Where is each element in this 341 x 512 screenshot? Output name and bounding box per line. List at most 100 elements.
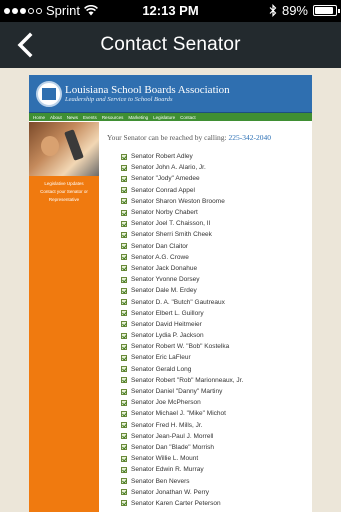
senator-name: Senator Ben Nevers: [131, 477, 190, 485]
checkbox-icon: [121, 198, 127, 205]
senator-list-item[interactable]: Senator A.G. Crowe: [107, 252, 307, 263]
org-tagline: Leadership and Service to School Boards: [65, 96, 173, 103]
senator-list-item[interactable]: Senator Robert W. "Bob" Kostelka: [107, 341, 307, 352]
senator-list-item[interactable]: Senator D. A. "Butch" Gautreaux: [107, 296, 307, 307]
senator-list-item[interactable]: Senator Dan Claitor: [107, 241, 307, 252]
checkbox-icon: [121, 332, 127, 339]
checkbox-icon: [121, 377, 127, 384]
checkbox-icon: [121, 388, 127, 395]
senator-name: Senator Joe McPherson: [131, 399, 201, 407]
senator-list-item[interactable]: Senator Karen Carter Peterson: [107, 498, 307, 509]
senator-name: Senator A.G. Crowe: [131, 253, 189, 261]
checkbox-icon: [121, 500, 127, 507]
webview-content: Louisiana School Boards Association Lead…: [29, 75, 312, 512]
checkbox-icon: [121, 410, 127, 417]
senator-name: Senator D. A. "Butch" Gautreaux: [131, 298, 225, 306]
checkbox-icon: [121, 220, 127, 227]
battery-percent: 89%: [281, 3, 308, 18]
menu-item-about[interactable]: About: [50, 115, 62, 120]
checkbox-icon: [121, 466, 127, 473]
checkbox-icon: [121, 287, 127, 294]
call-text: Your Senator can be reached by calling:: [107, 133, 227, 142]
senator-list-item[interactable]: Senator "Jody" Amedee: [107, 173, 307, 184]
senator-list: Senator Robert Adley Senator John A. Alar…: [107, 151, 307, 509]
menu-item-marketing[interactable]: Marketing: [128, 115, 148, 120]
senator-list-item[interactable]: Senator Willie L. Mount: [107, 453, 307, 464]
senator-name: Senator Elbert L. Guillory: [131, 309, 204, 317]
senator-list-item[interactable]: Senator Dale M. Erdey: [107, 285, 307, 296]
senator-list-item[interactable]: Senator Joel T. Chaisson, II: [107, 218, 307, 229]
senator-list-item[interactable]: Senator Michael J. "Mike" Michot: [107, 408, 307, 419]
senator-list-item[interactable]: Senator Norby Chabert: [107, 207, 307, 218]
senator-list-item[interactable]: Senator Sharon Weston Broome: [107, 196, 307, 207]
senator-name: Senator Norby Chabert: [131, 209, 198, 217]
menu-item-contact[interactable]: Contact: [180, 115, 196, 120]
senator-list-item[interactable]: Senator Gerald Long: [107, 364, 307, 375]
checkbox-icon: [121, 276, 127, 283]
senator-list-item[interactable]: Senator Sherri Smith Cheek: [107, 229, 307, 240]
senator-list-item[interactable]: Senator Yvonne Dorsey: [107, 274, 307, 285]
senator-name: Senator Lydia P. Jackson: [131, 332, 204, 340]
senator-name: Senator Michael J. "Mike" Michot: [131, 410, 226, 418]
checkbox-icon: [121, 478, 127, 485]
checkbox-icon: [121, 164, 127, 171]
senator-list-item[interactable]: Senator Edwin R. Murray: [107, 464, 307, 475]
senator-name: Senator John A. Alario, Jr.: [131, 164, 206, 172]
sidebar-link-legislative-updates[interactable]: Legislative Updates: [29, 180, 99, 188]
senator-list-item[interactable]: Senator Robert "Rob" Marionneaux, Jr.: [107, 375, 307, 386]
senator-list-item[interactable]: Senator Jack Donahue: [107, 263, 307, 274]
checkbox-icon: [121, 455, 127, 462]
sidebar-link-contact-senator[interactable]: Contact your Senator or: [29, 188, 99, 196]
senator-list-item[interactable]: Senator Robert Adley: [107, 151, 307, 162]
checkbox-icon: [121, 354, 127, 361]
checkbox-icon: [121, 243, 127, 250]
senator-list-item[interactable]: Senator Joe McPherson: [107, 397, 307, 408]
senator-list-item[interactable]: Senator Conrad Appel: [107, 185, 307, 196]
checkbox-icon: [121, 489, 127, 496]
senator-list-item[interactable]: Senator Elbert L. Guillory: [107, 308, 307, 319]
menu-item-legislature[interactable]: Legislature: [153, 115, 175, 120]
senator-list-item[interactable]: Senator Jonathan W. Perry: [107, 487, 307, 498]
senator-name: Senator Joel T. Chaisson, II: [131, 220, 211, 228]
senator-name: Senator Conrad Appel: [131, 186, 195, 194]
phone-link[interactable]: 225-342-2040: [229, 133, 272, 142]
senator-list-item[interactable]: Senator Eric LaFleur: [107, 352, 307, 363]
senator-list-item[interactable]: Senator Daniel "Danny" Martiny: [107, 386, 307, 397]
checkbox-icon: [121, 265, 127, 272]
site-header: Louisiana School Boards Association Lead…: [29, 75, 312, 113]
senator-name: Senator David Heitmeier: [131, 320, 202, 328]
senator-list-item[interactable]: Senator John A. Alario, Jr.: [107, 162, 307, 173]
senator-name: Senator Jack Donahue: [131, 264, 198, 272]
checkbox-icon: [121, 187, 127, 194]
status-right: 89%: [269, 3, 340, 18]
senator-list-item[interactable]: Senator Ben Nevers: [107, 475, 307, 486]
battery-level: [315, 7, 333, 14]
main-content: Your Senator can be reached by calling: …: [107, 133, 307, 509]
menu-item-home[interactable]: Home: [33, 115, 45, 120]
senator-name: Senator Fred H. Mills, Jr.: [131, 421, 203, 429]
senator-name: Senator Dale M. Erdey: [131, 287, 197, 295]
bluetooth-icon: [269, 4, 277, 17]
senator-list-item[interactable]: Senator Dan "Blade" Morrish: [107, 442, 307, 453]
senator-list-item[interactable]: Senator Lydia P. Jackson: [107, 330, 307, 341]
checkbox-icon: [121, 310, 127, 317]
menu-item-news[interactable]: News: [67, 115, 78, 120]
checkbox-icon: [121, 444, 127, 451]
senator-name: Senator Robert Adley: [131, 153, 193, 161]
sidebar-link-representative[interactable]: Representative: [29, 196, 99, 204]
senator-name: Senator Eric LaFleur: [131, 354, 191, 362]
senator-list-item[interactable]: Senator David Heitmeier: [107, 319, 307, 330]
menu-item-events[interactable]: Events: [83, 115, 97, 120]
menu-item-resources[interactable]: Resources: [102, 115, 124, 120]
status-bar: Sprint 12:13 PM 89%: [0, 0, 341, 22]
sidebar: Legislative Updates Contact your Senator…: [29, 122, 99, 512]
nav-bar: Contact Senator: [0, 22, 341, 68]
call-instructions: Your Senator can be reached by calling: …: [107, 133, 307, 142]
senator-name: Senator Jean-Paul J. Morrell: [131, 432, 214, 440]
sidebar-links: Legislative Updates Contact your Senator…: [29, 176, 99, 204]
senator-name: Senator Sharon Weston Broome: [131, 197, 225, 205]
senator-list-item[interactable]: Senator Jean-Paul J. Morrell: [107, 431, 307, 442]
page-title: Contact Senator: [100, 34, 241, 55]
senator-list-item[interactable]: Senator Fred H. Mills, Jr.: [107, 420, 307, 431]
senator-name: Senator Gerald Long: [131, 365, 192, 373]
